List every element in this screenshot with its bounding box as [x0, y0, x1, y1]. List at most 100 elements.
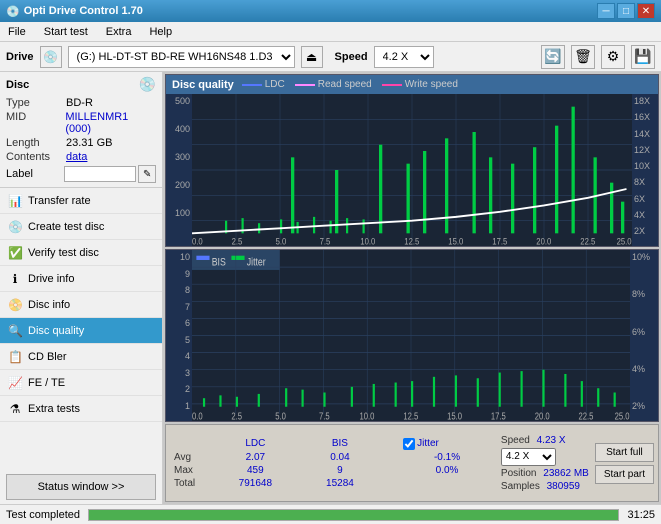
speed-label-stat: Speed — [501, 435, 530, 446]
menu-start-test[interactable]: Start test — [40, 24, 92, 40]
speed-info: Speed 4.23 X 4.2 X Position 23862 MB Sam… — [501, 435, 589, 492]
nav-disc-info[interactable]: 📀 Disc info — [0, 292, 162, 318]
table-row: Total 791648 15284 — [170, 477, 495, 490]
main-area: Disc 💿 Type BD-R MID MILLENMR1 (000) Len… — [0, 72, 661, 504]
app-icon: 💿 — [6, 5, 20, 18]
contents-value[interactable]: data — [66, 151, 87, 163]
refresh-button[interactable]: 🔄 — [541, 45, 565, 69]
transfer-rate-icon: 📊 — [8, 194, 22, 208]
svg-text:0.0: 0.0 — [192, 411, 203, 421]
create-test-disc-icon: 💿 — [8, 220, 22, 234]
label-key: Label — [6, 168, 64, 180]
close-button[interactable]: ✕ — [637, 3, 655, 19]
row-avg-ldc: 2.07 — [210, 451, 301, 464]
mid-label: MID — [6, 111, 65, 135]
label-edit-button[interactable]: ✎ — [138, 165, 156, 183]
nav-create-test-disc[interactable]: 💿 Create test disc — [0, 214, 162, 240]
progress-bar — [88, 509, 619, 521]
nav-transfer-rate[interactable]: 📊 Transfer rate — [0, 188, 162, 214]
menu-help[interactable]: Help — [145, 24, 176, 40]
length-label: Length — [6, 137, 66, 149]
minimize-button[interactable]: ─ — [597, 3, 615, 19]
length-value: 23.31 GB — [66, 137, 112, 149]
nav-transfer-rate-label: Transfer rate — [28, 195, 91, 207]
legend-read-speed: Read speed — [295, 79, 372, 90]
nav-disc-info-label: Disc info — [28, 299, 70, 311]
row-avg-jitter: -0.1% — [399, 451, 495, 464]
settings-button[interactable]: ⚙ — [601, 45, 625, 69]
row-max-bis: 9 — [301, 464, 379, 477]
drive-info-icon: ℹ — [8, 272, 22, 286]
label-input[interactable] — [64, 166, 136, 182]
title-bar: 💿 Opti Drive Control 1.70 ─ □ ✕ — [0, 0, 661, 22]
row-total-ldc: 791648 — [210, 477, 301, 490]
status-bar: Test completed 31:25 — [0, 504, 661, 524]
legend-write-speed: Write speed — [382, 79, 458, 90]
position-label: Position — [501, 468, 537, 479]
svg-text:15.0: 15.0 — [448, 236, 463, 246]
svg-text:17.5: 17.5 — [491, 411, 506, 421]
svg-text:10.0: 10.0 — [360, 411, 375, 421]
speed-value-stat: 4.23 X — [537, 435, 566, 446]
menu-bar: File Start test Extra Help — [0, 22, 661, 42]
extra-tests-icon: ⚗ — [8, 402, 22, 416]
jitter-checkbox[interactable] — [403, 438, 415, 450]
nav-verify-test-disc[interactable]: ✅ Verify test disc — [0, 240, 162, 266]
nav-create-test-disc-label: Create test disc — [28, 221, 104, 233]
col-bis: BIS — [301, 437, 379, 451]
type-value: BD-R — [66, 97, 93, 109]
save-button[interactable]: 💾 — [631, 45, 655, 69]
row-avg-bis: 0.04 — [301, 451, 379, 464]
nav-cd-bler-label: CD Bler — [28, 351, 67, 363]
menu-extra[interactable]: Extra — [102, 24, 136, 40]
drive-bar: Drive 💿 (G:) HL-DT-ST BD-RE WH16NS48 1.D… — [0, 42, 661, 72]
chart-legend: LDC Read speed Write speed — [242, 79, 458, 90]
eject-button[interactable]: ⏏ — [301, 46, 323, 68]
cd-bler-icon: 📋 — [8, 350, 22, 364]
drive-select[interactable]: (G:) HL-DT-ST BD-RE WH16NS48 1.D3 — [68, 46, 295, 68]
nav-fe-te[interactable]: 📈 FE / TE — [0, 370, 162, 396]
svg-text:20.0: 20.0 — [535, 411, 550, 421]
nav-drive-info[interactable]: ℹ Drive info — [0, 266, 162, 292]
fe-te-icon: 📈 — [8, 376, 22, 390]
start-part-button[interactable]: Start part — [595, 465, 654, 484]
stats-bar: LDC BIS Jitter Avg — [165, 424, 659, 502]
row-max-jitter: 0.0% — [399, 464, 495, 477]
position-value: 23862 MB — [543, 468, 589, 479]
svg-text:10.0: 10.0 — [360, 236, 375, 246]
nav-extra-tests[interactable]: ⚗ Extra tests — [0, 396, 162, 422]
position-row: Position 23862 MB — [501, 468, 589, 479]
svg-text:0.0: 0.0 — [192, 236, 203, 246]
samples-value: 380959 — [547, 481, 580, 492]
samples-row: Samples 380959 — [501, 481, 589, 492]
svg-text:22.5: 22.5 — [579, 411, 594, 421]
nav-disc-quality[interactable]: 🔍 Disc quality — [0, 318, 162, 344]
row-avg-label: Avg — [170, 451, 210, 464]
menu-file[interactable]: File — [4, 24, 30, 40]
type-label: Type — [6, 97, 66, 109]
nav-disc-quality-label: Disc quality — [28, 325, 84, 337]
svg-text:7.5: 7.5 — [319, 411, 330, 421]
nav-verify-test-disc-label: Verify test disc — [28, 247, 99, 259]
col-jitter: Jitter — [417, 438, 439, 449]
svg-text:15.0: 15.0 — [447, 411, 462, 421]
sidebar: Disc 💿 Type BD-R MID MILLENMR1 (000) Len… — [0, 72, 163, 504]
window-controls: ─ □ ✕ — [597, 3, 655, 19]
verify-test-disc-icon: ✅ — [8, 246, 22, 260]
speed-select-stat[interactable]: 4.2 X — [501, 448, 556, 466]
erase-button[interactable]: 🗑 — [571, 45, 595, 69]
speed-select[interactable]: 4.2 X — [374, 46, 434, 68]
start-full-button[interactable]: Start full — [595, 443, 654, 462]
status-window-button[interactable]: Status window >> — [6, 474, 156, 500]
maximize-button[interactable]: □ — [617, 3, 635, 19]
disc-icon: 💿 — [139, 76, 156, 93]
svg-text:17.5: 17.5 — [492, 236, 507, 246]
start-buttons: Start full Start part — [595, 443, 654, 484]
svg-text:12.5: 12.5 — [403, 411, 418, 421]
svg-text:12.5: 12.5 — [404, 236, 419, 246]
svg-text:25.0 GB: 25.0 GB — [615, 411, 630, 421]
nav-cd-bler[interactable]: 📋 CD Bler — [0, 344, 162, 370]
contents-label: Contents — [6, 151, 66, 163]
svg-text:20.0: 20.0 — [536, 236, 551, 246]
svg-text:22.5: 22.5 — [580, 236, 595, 246]
